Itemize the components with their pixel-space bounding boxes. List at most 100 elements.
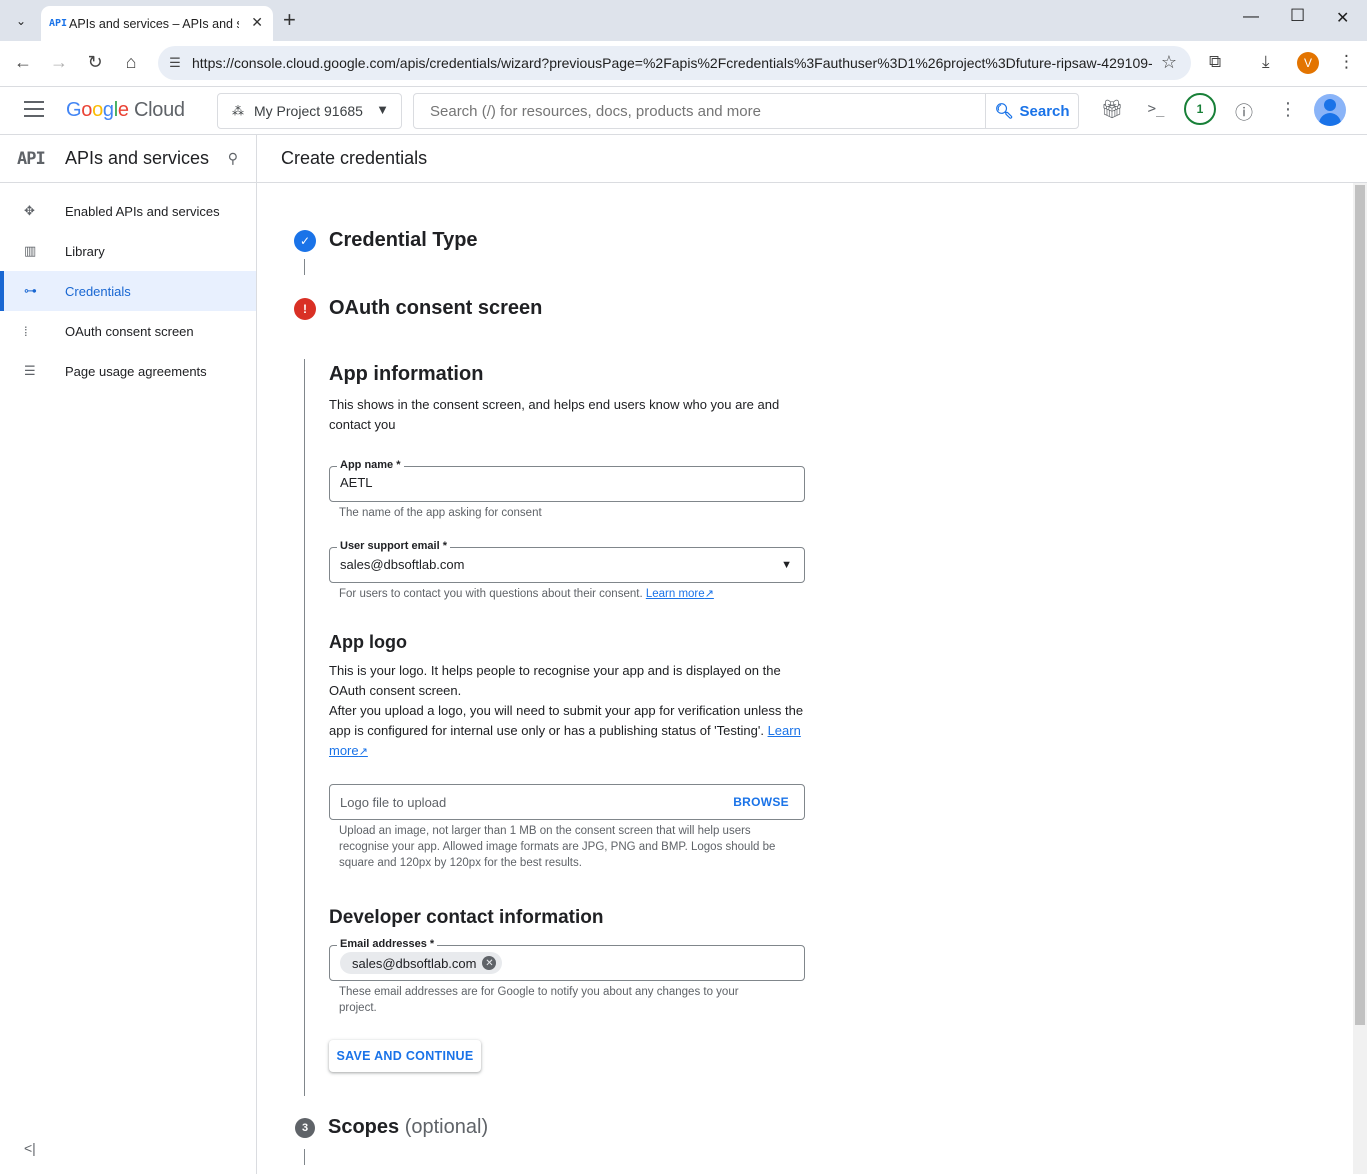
google-cloud-logo[interactable]: Google Cloud <box>66 99 185 122</box>
sidebar-item-credentials[interactable]: ⊶ Credentials <box>0 271 256 311</box>
logo-upload-field[interactable]: Logo file to upload BROWSE <box>329 784 805 820</box>
sidebar-item-library[interactable]: ▥ Library <box>0 231 256 271</box>
site-info-icon[interactable]: ☰ <box>158 55 192 71</box>
reload-icon[interactable]: ↻ <box>83 52 107 73</box>
step-optional-label: (optional) <box>404 1116 489 1138</box>
home-icon[interactable]: ⌂ <box>119 52 143 73</box>
step-connector <box>304 359 305 1096</box>
app-info-description: This shows in the consent screen, and he… <box>329 397 780 432</box>
minimize-icon[interactable]: — <box>1243 8 1259 26</box>
email-addresses-hint: These email addresses are for Google to … <box>339 986 739 1014</box>
project-icon: ⁂ <box>232 104 244 118</box>
settings-list-icon: ☰ <box>24 363 36 378</box>
email-addresses-label: Email addresses * <box>337 938 438 950</box>
remove-chip-icon[interactable]: ✕ <box>482 956 497 970</box>
logo-cloud-text: Cloud <box>134 99 185 121</box>
api-logo-icon: API <box>17 148 46 169</box>
save-and-continue-button[interactable]: SAVE AND CONTINUE <box>329 1040 481 1072</box>
step-credential-type[interactable]: ✓ Credential Type <box>294 229 478 252</box>
step-connector <box>304 259 305 275</box>
downloads-icon[interactable]: ⤓ <box>1262 52 1270 72</box>
step-scopes[interactable]: 3 Scopes (optional) <box>294 1116 488 1139</box>
app-logo-description-2: After you upload a logo, you will need t… <box>329 703 804 738</box>
external-link-icon[interactable]: ↗ <box>359 746 368 758</box>
back-icon[interactable]: ← <box>11 52 35 73</box>
app-name-field[interactable]: App name * <box>329 459 805 502</box>
console-header: Google Cloud ⁂ My Project 91685 ▼ 🔍︎ Sea… <box>0 87 1367 135</box>
step-connector <box>304 1149 305 1165</box>
app-name-input[interactable] <box>340 475 780 490</box>
sidebar-item-label: Library <box>65 243 105 259</box>
browser-tab-bar: ⌄ API APIs and services – APIs and servi… <box>0 0 1367 41</box>
learn-more-link[interactable]: Learn more <box>646 588 705 600</box>
scrollbar-thumb[interactable] <box>1355 185 1365 1025</box>
check-circle-icon: ✓ <box>294 229 316 252</box>
collapse-sidebar-icon[interactable]: <| <box>24 1140 36 1156</box>
browser-menu-icon[interactable]: ⋮ <box>1338 52 1355 72</box>
caret-down-icon: ▼ <box>376 102 389 117</box>
window-close-icon[interactable]: ✕ <box>1336 8 1349 28</box>
sidebar-item-label: Enabled APIs and services <box>65 203 220 219</box>
email-chip[interactable]: sales@dbsoftlab.com ✕ <box>340 952 503 974</box>
step-number-badge: 3 <box>295 1117 315 1138</box>
step-label: Credential Type <box>329 229 478 251</box>
dropdown-arrow-icon: ▼ <box>781 559 792 571</box>
forward-icon[interactable]: → <box>47 52 71 73</box>
support-email-dropdown[interactable]: User support email * sales@dbsoftlab.com… <box>329 540 805 583</box>
page-title: Create credentials <box>257 135 1367 183</box>
notifications-badge[interactable]: 1 <box>1184 93 1216 125</box>
sidebar-item-oauth-consent[interactable]: ⁞ OAuth consent screen <box>0 311 256 351</box>
browser-toolbar: ← → ↻ ⌂ ☰ https://console.cloud.google.c… <box>0 41 1367 87</box>
library-icon: ▥ <box>24 243 37 258</box>
step-label: Scopes <box>328 1116 400 1138</box>
app-logo-heading: App logo <box>329 632 407 652</box>
new-tab-icon[interactable]: + <box>283 9 296 31</box>
logo-upload-placeholder: Logo file to upload <box>340 795 447 810</box>
tab-title: APIs and services – APIs and services <box>69 16 239 31</box>
email-addresses-field[interactable]: Email addresses * sales@dbsoftlab.com ✕ <box>329 938 805 981</box>
search-input[interactable] <box>414 94 985 128</box>
extensions-icon[interactable]: ⧉ <box>1209 52 1221 72</box>
key-icon: ⊶ <box>24 283 37 298</box>
browse-button[interactable]: BROWSE <box>733 795 789 809</box>
bookmark-star-icon[interactable]: ☆ <box>1161 52 1177 73</box>
sidebar-item-page-usage[interactable]: ☰ Page usage agreements <box>0 351 256 391</box>
tab-close-icon[interactable]: ✕ <box>251 14 263 31</box>
step-label: OAuth consent screen <box>329 297 543 319</box>
developer-contact-heading: Developer contact information <box>329 907 604 928</box>
cloud-shell-icon[interactable]: >_ <box>1144 101 1168 117</box>
help-icon[interactable]: ⓘ <box>1232 99 1256 125</box>
search-button[interactable]: 🔍︎ Search <box>985 94 1078 128</box>
support-email-hint-row: For users to contact you with questions … <box>339 586 714 602</box>
browser-tab[interactable]: API APIs and services – APIs and service… <box>41 6 273 41</box>
app-name-label: App name * <box>337 459 404 471</box>
app-name-hint: The name of the app asking for consent <box>339 507 542 519</box>
gift-icon[interactable]: 🎁︎ <box>1100 99 1124 120</box>
support-email-label: User support email * <box>337 540 450 552</box>
support-email-hint: For users to contact you with questions … <box>339 588 643 600</box>
logo-upload-hint: Upload an image, not larger than 1 MB on… <box>339 825 776 869</box>
url-text[interactable]: https://console.cloud.google.com/apis/cr… <box>192 55 1152 71</box>
address-bar[interactable]: ☰ https://console.cloud.google.com/apis/… <box>158 46 1191 80</box>
more-options-icon[interactable]: ⋮ <box>1276 99 1300 120</box>
profile-avatar[interactable]: V <box>1297 52 1319 74</box>
consent-icon: ⁞ <box>24 323 28 339</box>
app-info-heading: App information <box>329 363 484 385</box>
sidebar-item-enabled-apis[interactable]: ✥ Enabled APIs and services <box>0 191 256 231</box>
maximize-icon[interactable]: ☐ <box>1290 6 1305 26</box>
hamburger-menu-icon[interactable] <box>24 101 44 117</box>
pin-icon[interactable]: ⚲ <box>228 150 238 167</box>
tab-search-chevron-icon[interactable]: ⌄ <box>8 8 34 34</box>
email-chip-label: sales@dbsoftlab.com <box>352 955 477 971</box>
external-link-icon[interactable]: ↗ <box>705 588 714 600</box>
app-logo-description-2-row: After you upload a logo, you will need t… <box>329 701 805 762</box>
search-icon: 🔍︎ <box>994 103 1014 120</box>
sidebar-item-label: OAuth consent screen <box>65 323 194 339</box>
project-picker[interactable]: ⁂ My Project 91685 ▼ <box>217 93 402 129</box>
account-avatar[interactable] <box>1314 94 1346 126</box>
step-oauth-consent[interactable]: ! OAuth consent screen <box>294 297 542 320</box>
sidebar-item-label: Page usage agreements <box>65 363 207 379</box>
sidebar-header: API APIs and services ⚲ <box>0 135 256 183</box>
step-label-row: Scopes (optional) <box>328 1116 488 1139</box>
sidebar: API APIs and services ⚲ ✥ Enabled APIs a… <box>0 135 257 1174</box>
